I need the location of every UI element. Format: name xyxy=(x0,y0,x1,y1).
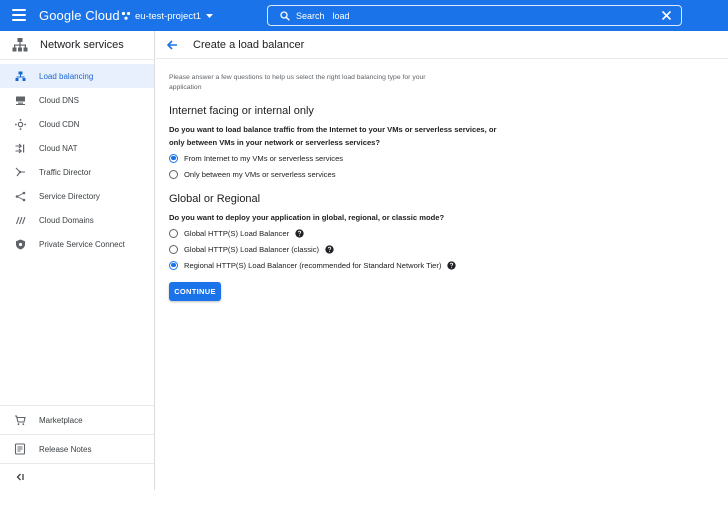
section-heading: Global or Regional xyxy=(169,193,261,205)
sidebar-item-label: Service Directory xyxy=(39,191,100,201)
radio-option-from-internet[interactable]: From Internet to my VMs or serverless se… xyxy=(169,151,689,165)
radio-button[interactable] xyxy=(169,260,178,270)
main-content: Create a load balancer Please answer a f… xyxy=(156,31,728,490)
sidebar-item-release-notes[interactable]: Release Notes xyxy=(0,434,154,463)
cloud-cdn-icon xyxy=(14,118,26,130)
sidebar-item-cloud-domains[interactable]: Cloud Domains xyxy=(0,208,154,232)
help-icon[interactable] xyxy=(295,228,304,238)
page-header: Create a load balancer xyxy=(156,31,728,59)
google-cloud-logo[interactable]: Google Cloud xyxy=(39,8,120,23)
cloud-nat-icon xyxy=(14,142,26,154)
intro-text: Please answer a few questions to help us… xyxy=(169,74,426,91)
section-heading: Internet facing or internal only xyxy=(169,105,314,117)
search-icon xyxy=(280,10,290,21)
close-icon[interactable] xyxy=(661,10,672,21)
radio-option-regional[interactable]: Regional HTTP(S) Load Balancer (recommen… xyxy=(169,258,689,272)
radio-label: Global HTTP(S) Load Balancer (classic) xyxy=(184,244,320,254)
chevron-down-icon xyxy=(206,14,214,18)
search-label: Search xyxy=(296,10,325,21)
radio-label: Global HTTP(S) Load Balancer xyxy=(184,228,290,238)
radio-button[interactable] xyxy=(169,244,178,254)
search-bar[interactable]: Search xyxy=(267,5,682,26)
traffic-director-icon xyxy=(14,166,26,178)
search-input[interactable] xyxy=(332,10,633,21)
load-balancing-icon xyxy=(14,70,26,82)
sidebar-item-marketplace[interactable]: Marketplace xyxy=(0,405,154,434)
release-notes-label: Release Notes xyxy=(39,444,92,454)
marketplace-icon xyxy=(15,415,26,426)
page-title: Create a load balancer xyxy=(193,38,305,51)
sidebar-item-label: Cloud DNS xyxy=(39,95,80,105)
radio-option-global[interactable]: Global HTTP(S) Load Balancer xyxy=(169,226,689,240)
collapse-icon xyxy=(16,473,24,481)
menu-icon[interactable] xyxy=(12,9,26,21)
sidebar-item-label: Cloud Domains xyxy=(39,215,94,225)
sidebar-nav: Load balancing Cloud DNS Cloud CDN Cloud… xyxy=(0,64,154,256)
help-icon[interactable] xyxy=(447,260,457,270)
private-service-connect-icon xyxy=(14,238,26,250)
sidebar-item-traffic-director[interactable]: Traffic Director xyxy=(0,160,154,184)
sidebar-item-label: Cloud NAT xyxy=(39,143,78,153)
radio-option-global-classic[interactable]: Global HTTP(S) Load Balancer (classic) xyxy=(169,242,689,256)
collapse-sidebar-button[interactable] xyxy=(0,463,154,490)
radio-button[interactable] xyxy=(169,228,178,238)
sidebar: Network services Load balancing Cloud DN… xyxy=(0,31,155,490)
radio-option-only-between[interactable]: Only between my VMs or serverless servic… xyxy=(169,167,689,181)
radio-button[interactable] xyxy=(169,169,178,179)
radio-label: Only between my VMs or serverless servic… xyxy=(184,169,336,179)
sidebar-footer: Marketplace Release Notes xyxy=(0,405,154,490)
cloud-dns-icon xyxy=(14,94,26,106)
back-arrow-icon[interactable] xyxy=(165,38,179,52)
sidebar-header: Network services xyxy=(0,31,154,60)
top-bar: Google Cloud eu-test-project1 Search xyxy=(0,0,728,31)
network-services-icon xyxy=(12,38,28,52)
form: Please answer a few questions to help us… xyxy=(169,73,689,301)
sidebar-item-cloud-nat[interactable]: Cloud NAT xyxy=(0,136,154,160)
project-name: eu-test-project1 xyxy=(135,10,202,22)
release-notes-icon xyxy=(14,443,26,455)
sidebar-item-cloud-dns[interactable]: Cloud DNS xyxy=(0,88,154,112)
sidebar-item-label: Traffic Director xyxy=(39,167,92,177)
section-question: Do you want to deploy your application i… xyxy=(169,213,445,222)
sidebar-item-service-directory[interactable]: Service Directory xyxy=(0,184,154,208)
help-icon[interactable] xyxy=(325,244,334,254)
cloud-domains-icon xyxy=(14,214,26,226)
radio-button[interactable] xyxy=(169,153,178,163)
project-icon xyxy=(121,11,131,20)
sidebar-item-load-balancing[interactable]: Load balancing xyxy=(0,64,154,88)
sidebar-title: Network services xyxy=(40,39,124,51)
sidebar-item-private-service-connect[interactable]: Private Service Connect xyxy=(0,232,154,256)
sidebar-item-label: Load balancing xyxy=(39,71,94,81)
radio-label: Regional HTTP(S) Load Balancer (recommen… xyxy=(184,260,442,270)
marketplace-label: Marketplace xyxy=(39,415,83,425)
sidebar-item-label: Private Service Connect xyxy=(39,239,125,249)
sidebar-item-cloud-cdn[interactable]: Cloud CDN xyxy=(0,112,154,136)
radio-label: From Internet to my VMs or serverless se… xyxy=(184,153,344,163)
section-question: Do you want to load balance traffic from… xyxy=(169,125,497,147)
continue-button[interactable]: CONTINUE xyxy=(169,282,221,301)
sidebar-item-label: Cloud CDN xyxy=(39,119,80,129)
project-selector[interactable]: eu-test-project1 xyxy=(121,9,214,23)
service-directory-icon xyxy=(14,190,26,202)
